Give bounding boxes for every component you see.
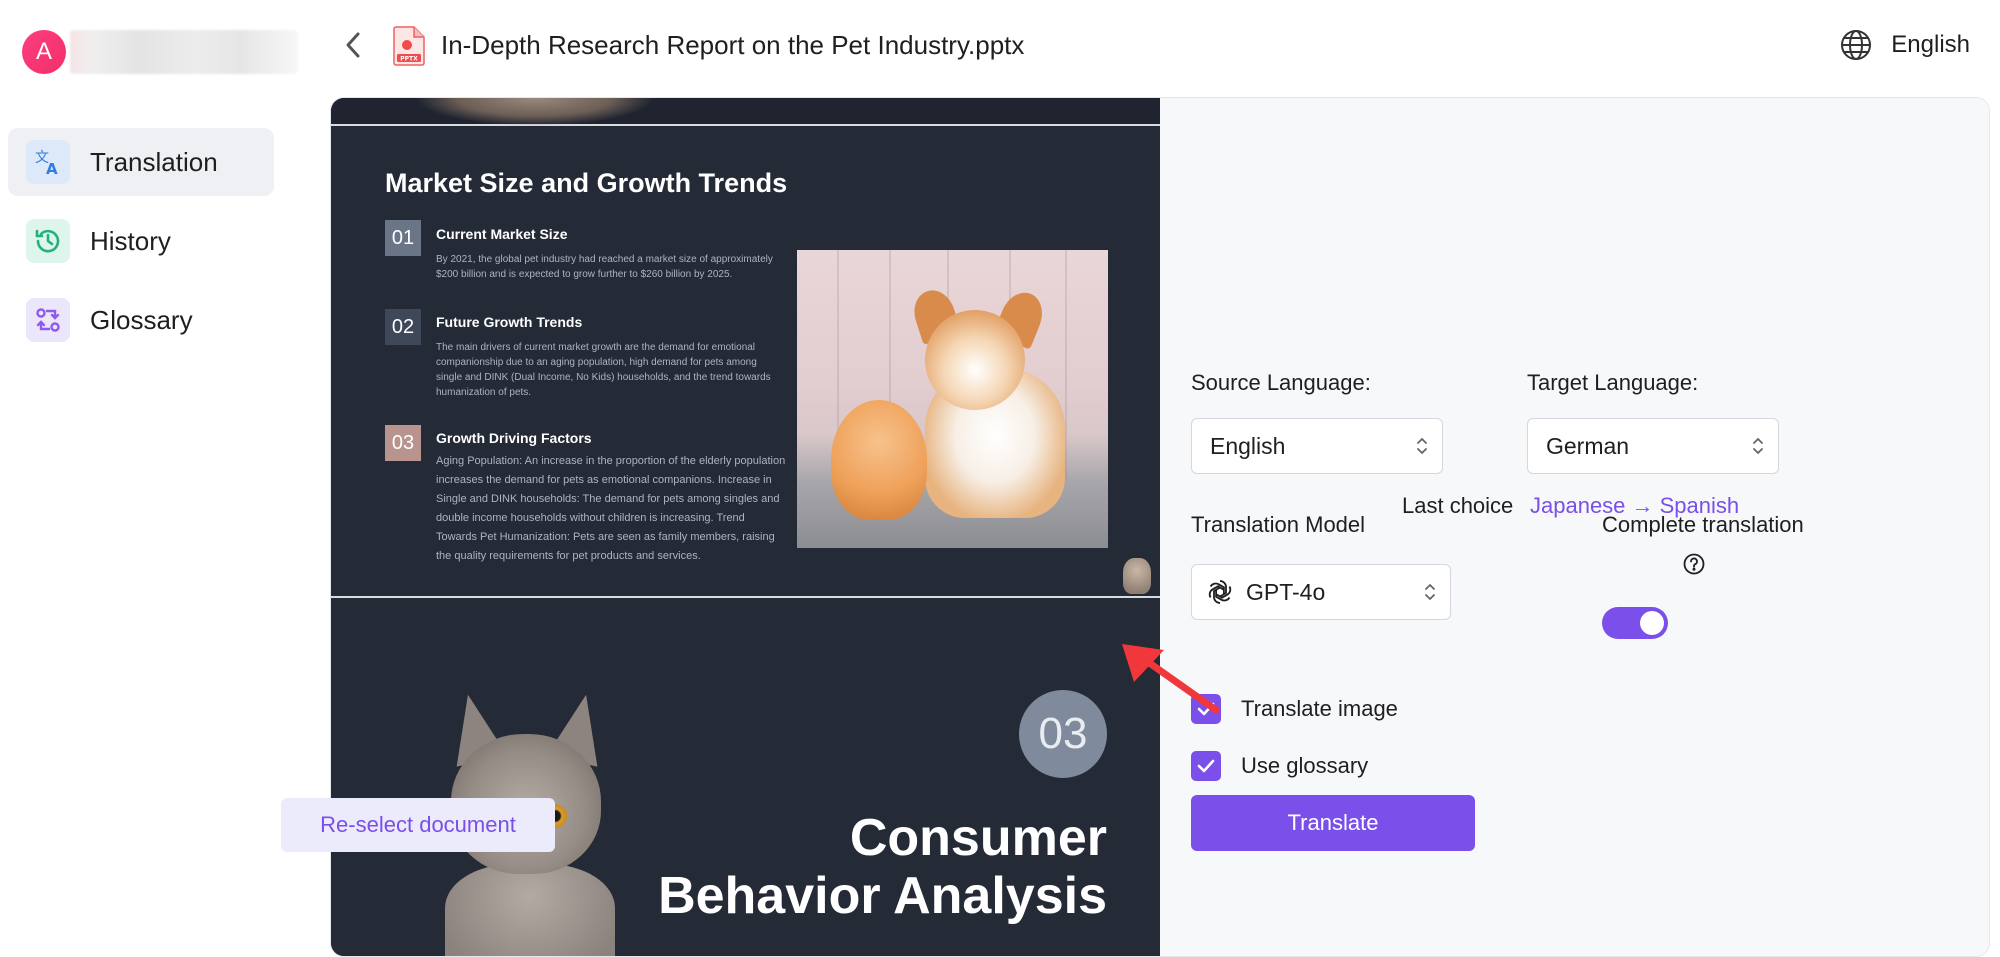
slide-title-line2: Behavior Analysis <box>658 867 1107 925</box>
openai-icon <box>1192 578 1234 606</box>
source-language-select[interactable]: English <box>1191 418 1443 474</box>
section-body: Aging Population: An increase in the pro… <box>436 455 786 562</box>
use-glossary-label: Use glossary <box>1241 753 1369 778</box>
main-card: Market Size and Growth Trends 01 Current… <box>330 97 1990 957</box>
sidebar: A 文 A Translation History Glossary <box>0 0 300 946</box>
section-number: 02 <box>385 309 421 345</box>
pptx-file-icon: PPTX <box>392 26 426 66</box>
section-body: By 2021, the global pet industry had rea… <box>436 254 773 280</box>
sidebar-item-label: History <box>90 225 171 256</box>
slide-title-line1: Consumer <box>849 809 1107 867</box>
section-body: The main drivers of current market growt… <box>436 342 771 398</box>
target-language-value: German <box>1546 432 1630 459</box>
translate-icon: 文 A <box>26 140 70 184</box>
ui-language-switch[interactable]: English <box>1839 28 1970 62</box>
slide-market-size: Market Size and Growth Trends 01 Current… <box>331 128 1160 594</box>
history-icon <box>26 219 70 263</box>
slide-consumer-behavior: 03 Consumer Behavior Analysis <box>331 596 1160 956</box>
section-number-badge: 03 <box>1019 690 1107 778</box>
section-heading: Future Growth Trends <box>436 314 583 330</box>
translation-model-select[interactable]: GPT-4o <box>1191 564 1451 620</box>
svg-text:A: A <box>46 160 58 177</box>
checkmark-icon <box>1191 751 1221 781</box>
globe-icon <box>1841 30 1872 60</box>
file-badge-text: PPTX <box>400 56 418 63</box>
use-glossary-checkbox[interactable]: Use glossary <box>1191 751 1368 781</box>
last-choice-label: Last choice <box>1402 493 1514 518</box>
document-title: In-Depth Research Report on the Pet Indu… <box>441 30 1025 60</box>
section-heading: Current Market Size <box>436 226 568 242</box>
translate-image-checkbox[interactable]: Translate image <box>1191 694 1398 724</box>
translation-model-label: Translation Model <box>1191 512 1366 537</box>
ui-language-label: English <box>1891 31 1970 58</box>
checkmark-icon <box>1191 694 1221 724</box>
source-language-label: Source Language: <box>1191 370 1371 395</box>
user-profile[interactable]: A <box>22 30 298 74</box>
chevron-updown-icon <box>1738 436 1778 456</box>
section-heading: Growth Driving Factors <box>436 430 592 446</box>
slide-title: Market Size and Growth Trends <box>385 168 788 198</box>
dog-and-kitten-photo <box>797 250 1108 548</box>
sidebar-nav: 文 A Translation History Glossary <box>8 128 274 365</box>
section-number: 03 <box>385 425 421 461</box>
chevron-updown-icon <box>1410 582 1450 602</box>
sidebar-item-glossary[interactable]: Glossary <box>8 286 274 354</box>
sidebar-item-label: Glossary <box>90 304 193 335</box>
back-button[interactable] <box>338 30 368 60</box>
target-language-select[interactable]: German <box>1527 418 1779 474</box>
translation-model-value: GPT-4o <box>1246 578 1326 605</box>
chevron-updown-icon <box>1402 436 1442 456</box>
header: PPTX In-Depth Research Report on the Pet… <box>300 0 2000 96</box>
toggle-knob <box>1640 611 1664 635</box>
reselect-document-button[interactable]: Re-select document <box>281 798 555 852</box>
source-language-value: English <box>1210 432 1286 459</box>
target-language-label: Target Language: <box>1527 370 1699 395</box>
help-icon[interactable] <box>1683 553 1705 575</box>
sidebar-item-history[interactable]: History <box>8 207 274 275</box>
sidebar-item-translation[interactable]: 文 A Translation <box>8 128 274 196</box>
avatar[interactable]: A <box>22 30 66 74</box>
translate-image-label: Translate image <box>1241 696 1398 721</box>
complete-translation-toggle[interactable] <box>1602 607 1668 639</box>
cat-decoration <box>1123 558 1151 594</box>
cat-image-fragment <box>415 98 655 126</box>
slide-previous-fragment <box>331 98 1160 126</box>
username-redacted <box>70 30 298 74</box>
glossary-icon <box>26 298 70 342</box>
translate-button[interactable]: Translate <box>1191 795 1475 851</box>
sidebar-item-label: Translation <box>90 146 218 177</box>
section-number: 01 <box>385 220 421 256</box>
translation-settings-panel: Source Language: English Target Language… <box>1161 98 1989 956</box>
complete-translation-label: Complete translation <box>1602 512 1804 537</box>
